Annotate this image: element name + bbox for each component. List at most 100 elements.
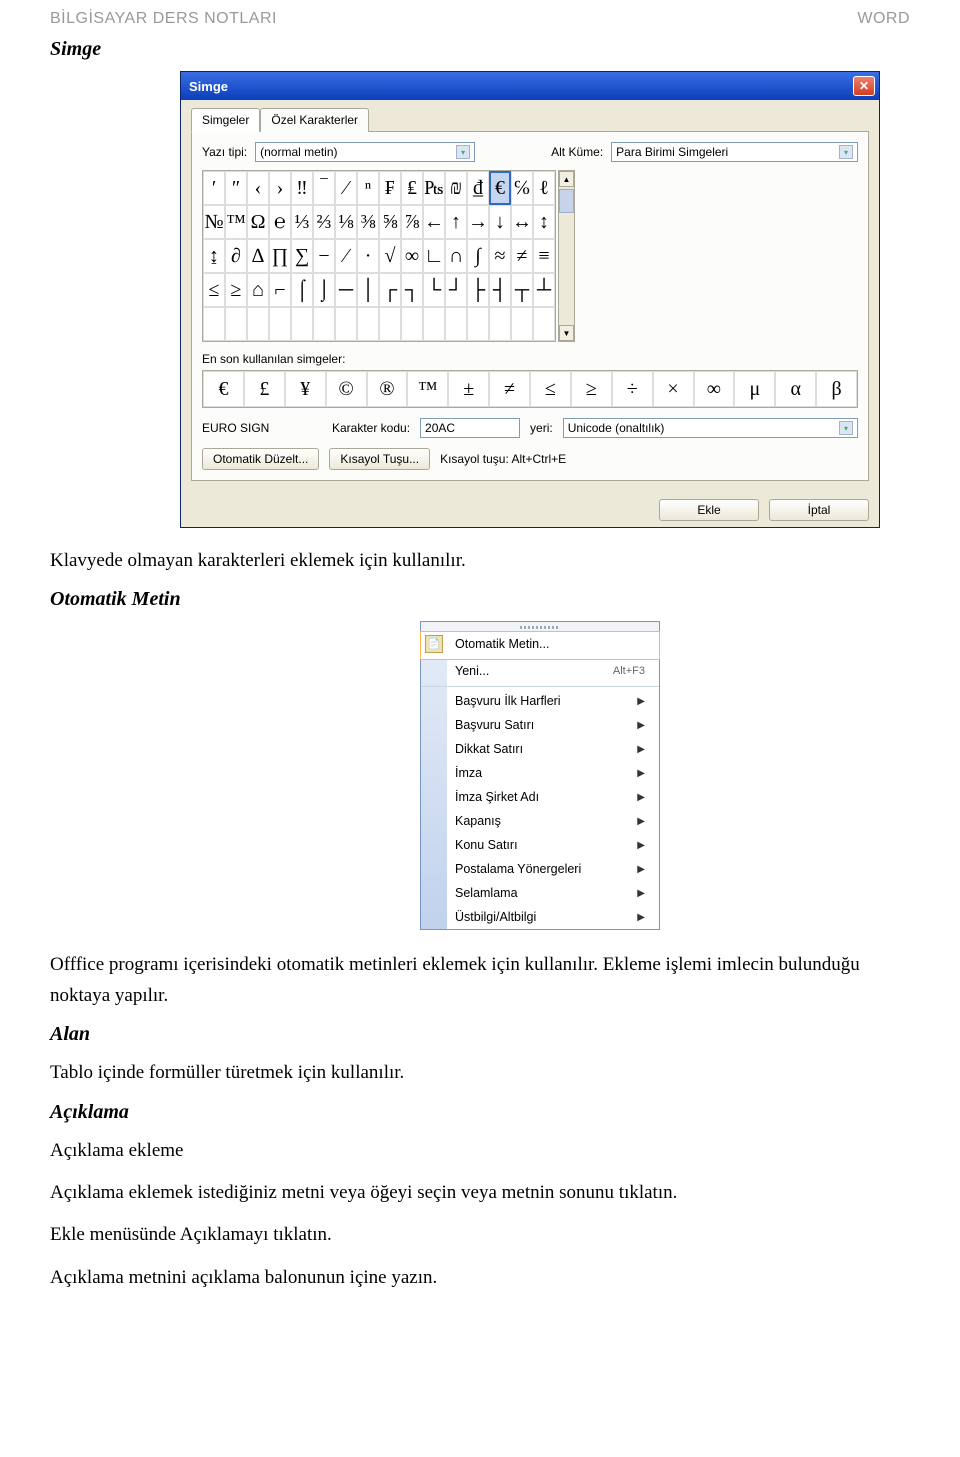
symbol-cell[interactable]: ∫: [467, 239, 489, 273]
symbol-cell[interactable]: [247, 307, 269, 341]
symbol-cell[interactable]: ↑: [445, 205, 467, 239]
tab-symbols[interactable]: Simgeler: [191, 108, 260, 132]
symbol-cell[interactable]: ∆: [247, 239, 269, 273]
symbol-cell[interactable]: ⌡: [313, 273, 335, 307]
symbol-cell[interactable]: ├: [467, 273, 489, 307]
symbol-cell[interactable]: ″: [225, 171, 247, 205]
symbol-cell[interactable]: ↔: [511, 205, 533, 239]
menu-item[interactable]: Konu Satırı▶: [421, 833, 659, 857]
menu-item[interactable]: Başvuru Satırı▶: [421, 713, 659, 737]
symbol-cell[interactable]: [489, 307, 511, 341]
symbol-cell[interactable]: [203, 307, 225, 341]
symbol-cell[interactable]: ┘: [445, 273, 467, 307]
symbol-cell[interactable]: ≤: [203, 273, 225, 307]
symbol-cell[interactable]: ┴: [533, 273, 555, 307]
symbol-cell[interactable]: ⅜: [357, 205, 379, 239]
symbol-cell[interactable]: ∙: [357, 239, 379, 273]
symbol-cell[interactable]: ‹: [247, 171, 269, 205]
from-combobox[interactable]: Unicode (onaltılık) ▾: [563, 418, 858, 438]
menu-item-autotext[interactable]: 📄 Otomatik Metin...: [420, 631, 660, 660]
menu-item[interactable]: Postalama Yönergeleri▶: [421, 857, 659, 881]
recent-grid[interactable]: €£¥©®™±≠≤≥÷×∞μαβ: [202, 370, 858, 408]
symbol-cell[interactable]: ┤: [489, 273, 511, 307]
chevron-down-icon[interactable]: ▾: [456, 145, 470, 159]
scrollbar[interactable]: ▲ ▼: [558, 170, 575, 342]
menu-item[interactable]: Selamlama▶: [421, 881, 659, 905]
recent-symbol-cell[interactable]: ≤: [530, 371, 571, 407]
symbol-cell[interactable]: ∑: [291, 239, 313, 273]
recent-symbol-cell[interactable]: €: [203, 371, 244, 407]
symbol-cell[interactable]: ⌠: [291, 273, 313, 307]
symbol-cell[interactable]: →: [467, 205, 489, 239]
symbol-cell[interactable]: ≠: [511, 239, 533, 273]
symbol-cell[interactable]: └: [423, 273, 445, 307]
symbol-cell[interactable]: Ω: [247, 205, 269, 239]
symbol-cell[interactable]: ₤: [401, 171, 423, 205]
symbol-cell[interactable]: [225, 307, 247, 341]
symbol-cell[interactable]: ∞: [401, 239, 423, 273]
symbol-cell[interactable]: ↨: [203, 239, 225, 273]
symbol-cell[interactable]: ₣: [379, 171, 401, 205]
menu-item[interactable]: Kapanış▶: [421, 809, 659, 833]
symbol-cell[interactable]: ⁿ: [357, 171, 379, 205]
font-combobox[interactable]: (normal metin) ▾: [255, 142, 475, 162]
recent-symbol-cell[interactable]: ÷: [612, 371, 653, 407]
chevron-down-icon[interactable]: ▾: [839, 421, 853, 435]
symbol-cell[interactable]: ┐: [401, 273, 423, 307]
symbol-cell[interactable]: [401, 307, 423, 341]
symbol-cell[interactable]: ℮: [269, 205, 291, 239]
recent-symbol-cell[interactable]: ×: [653, 371, 694, 407]
symbol-cell[interactable]: ∕: [335, 239, 357, 273]
recent-symbol-cell[interactable]: ©: [326, 371, 367, 407]
symbol-cell[interactable]: [467, 307, 489, 341]
recent-symbol-cell[interactable]: £: [244, 371, 285, 407]
scroll-thumb[interactable]: [559, 189, 574, 213]
symbol-cell[interactable]: ™: [225, 205, 247, 239]
symbol-cell[interactable]: [379, 307, 401, 341]
menu-item[interactable]: İmza▶: [421, 761, 659, 785]
symbol-cell[interactable]: ⅔: [313, 205, 335, 239]
shortcut-key-button[interactable]: Kısayol Tuşu...: [329, 448, 430, 470]
menu-item[interactable]: Başvuru İlk Harfleri▶: [421, 689, 659, 713]
symbol-cell[interactable]: ⅝: [379, 205, 401, 239]
recent-symbol-cell[interactable]: β: [816, 371, 857, 407]
tab-special-chars[interactable]: Özel Karakterler: [260, 108, 369, 132]
recent-symbol-cell[interactable]: ®: [367, 371, 408, 407]
symbol-cell[interactable]: ₫: [467, 171, 489, 205]
symbol-cell[interactable]: ⅛: [335, 205, 357, 239]
recent-symbol-cell[interactable]: μ: [734, 371, 775, 407]
symbol-cell[interactable]: [269, 307, 291, 341]
symbol-cell[interactable]: ⅞: [401, 205, 423, 239]
menu-item[interactable]: Dikkat Satırı▶: [421, 737, 659, 761]
symbol-cell[interactable]: √: [379, 239, 401, 273]
recent-symbol-cell[interactable]: ≠: [489, 371, 530, 407]
symbol-cell[interactable]: [357, 307, 379, 341]
symbol-cell[interactable]: ↕: [533, 205, 555, 239]
symbol-cell[interactable]: №: [203, 205, 225, 239]
symbol-cell[interactable]: │: [357, 273, 379, 307]
symbol-cell[interactable]: ┬: [511, 273, 533, 307]
symbol-cell[interactable]: [533, 307, 555, 341]
recent-symbol-cell[interactable]: ±: [448, 371, 489, 407]
symbol-cell[interactable]: €: [489, 171, 511, 205]
symbol-cell[interactable]: ℅: [511, 171, 533, 205]
insert-button[interactable]: Ekle: [659, 499, 759, 521]
recent-symbol-cell[interactable]: ™: [407, 371, 448, 407]
symbol-cell[interactable]: ≥: [225, 273, 247, 307]
symbol-cell[interactable]: ─: [335, 273, 357, 307]
symbol-cell[interactable]: −: [313, 239, 335, 273]
symbol-cell[interactable]: ‾: [313, 171, 335, 205]
symbol-cell[interactable]: ⁄: [335, 171, 357, 205]
menu-item[interactable]: Üstbilgi/Altbilgi▶: [421, 905, 659, 929]
symbol-cell[interactable]: ∩: [445, 239, 467, 273]
recent-symbol-cell[interactable]: ∞: [694, 371, 735, 407]
symbol-cell[interactable]: ‼: [291, 171, 313, 205]
menu-item[interactable]: İmza Şirket Adı▶: [421, 785, 659, 809]
symbol-cell[interactable]: ≡: [533, 239, 555, 273]
recent-symbol-cell[interactable]: ¥: [285, 371, 326, 407]
symbol-cell[interactable]: [511, 307, 533, 341]
symbol-cell[interactable]: ∟: [423, 239, 445, 273]
symbol-cell[interactable]: ∂: [225, 239, 247, 273]
symbol-cell[interactable]: [335, 307, 357, 341]
symbol-cell[interactable]: ⌐: [269, 273, 291, 307]
